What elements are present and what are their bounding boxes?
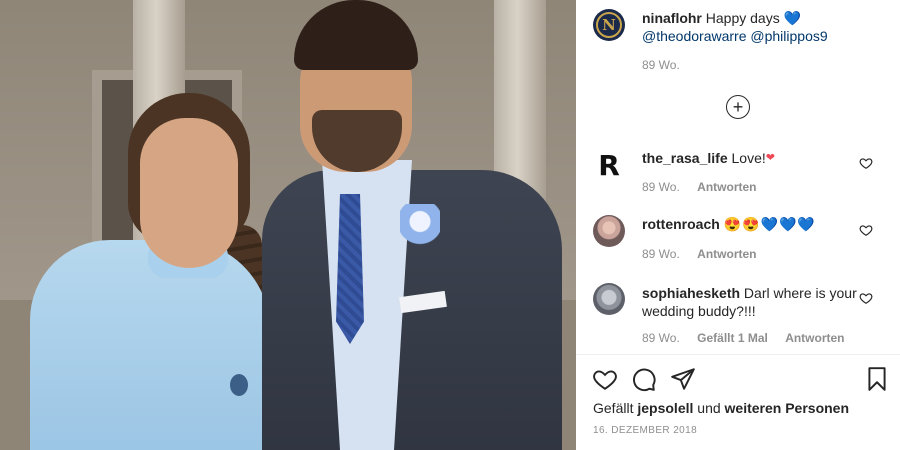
- caption-text: Happy days: [705, 10, 780, 26]
- send-icon[interactable]: [670, 366, 696, 392]
- plus-circle-icon: +: [732, 97, 744, 117]
- comment-heart-emoji: ❤: [765, 152, 775, 164]
- post-caption: ninaflohr Happy days 💙 @theodorawarre @p…: [642, 9, 882, 45]
- likes-middle: und: [697, 400, 721, 416]
- likes-others-link[interactable]: weiteren Personen: [725, 400, 850, 416]
- comment-heart-icon[interactable]: [859, 156, 873, 170]
- caption-username[interactable]: ninaflohr: [642, 10, 702, 26]
- comment-avatar-the-rasa-life[interactable]: R: [593, 148, 625, 182]
- comment-heart-icon[interactable]: [859, 291, 873, 305]
- comment-emoji-text: 😍😍💙💙💙: [723, 216, 816, 232]
- comment-avatar-letter: R: [598, 148, 620, 182]
- comment-meta: 89 Wo. Antworten: [642, 180, 770, 194]
- comment-likes-count[interactable]: Gefällt 1 Mal: [697, 331, 768, 345]
- comment-avatar-sophiahesketh[interactable]: [593, 283, 625, 315]
- comment-timestamp: 89 Wo.: [642, 180, 680, 194]
- bookmark-icon[interactable]: [864, 366, 890, 392]
- likes-summary: Gefällt jepsolell und weiteren Personen: [593, 400, 849, 416]
- post-date: 16. DEZEMBER 2018: [593, 425, 698, 436]
- author-avatar[interactable]: N: [593, 9, 625, 41]
- comment-text-block: sophiahesketh Darl where is your wedding…: [642, 284, 862, 320]
- section-divider: [576, 354, 900, 355]
- caption-mention-philippos9[interactable]: @philippos9: [750, 28, 827, 44]
- likes-prefix: Gefällt: [593, 400, 634, 416]
- comment-text-block: rottenroach 😍😍💙💙💙: [642, 215, 862, 233]
- comment-timestamp: 89 Wo.: [642, 247, 680, 261]
- comment-username[interactable]: the_rasa_life: [642, 150, 728, 166]
- post-photo[interactable]: [0, 0, 576, 450]
- likes-username[interactable]: jepsolell: [637, 400, 693, 416]
- comment-meta: 89 Wo. Antworten: [642, 247, 770, 261]
- post-side-panel: N ninaflohr Happy days 💙 @theodorawarre …: [576, 0, 900, 450]
- comment-username[interactable]: rottenroach: [642, 216, 720, 232]
- author-avatar-logo: N: [596, 12, 622, 38]
- woman-brooch: [230, 374, 248, 396]
- author-avatar-letter: N: [602, 16, 616, 34]
- man-boutonniere: [400, 204, 440, 254]
- comment-avatar-rottenroach[interactable]: [593, 215, 625, 247]
- comment-text: Love!: [731, 150, 766, 166]
- comment-icon[interactable]: [631, 366, 657, 392]
- load-more-comments-button[interactable]: +: [726, 95, 750, 119]
- comment-reply-button[interactable]: Antworten: [785, 331, 844, 345]
- comment-meta: 89 Wo. Gefällt 1 Mal Antworten: [642, 331, 859, 345]
- comment-reply-button[interactable]: Antworten: [697, 247, 756, 261]
- comment-username[interactable]: sophiahesketh: [642, 285, 740, 301]
- comment-text-block: the_rasa_life Love!❤: [642, 149, 862, 167]
- like-heart-icon[interactable]: [592, 366, 618, 392]
- woman-dress: [30, 240, 270, 450]
- comment-timestamp: 89 Wo.: [642, 331, 680, 345]
- comment-reply-button[interactable]: Antworten: [697, 180, 756, 194]
- caption-blue-heart-emoji: 💙: [783, 10, 802, 26]
- woman-face: [140, 118, 238, 268]
- caption-timestamp: 89 Wo.: [642, 58, 680, 72]
- comment-heart-icon[interactable]: [859, 223, 873, 237]
- caption-mention-theodorawarre[interactable]: @theodorawarre: [642, 28, 747, 44]
